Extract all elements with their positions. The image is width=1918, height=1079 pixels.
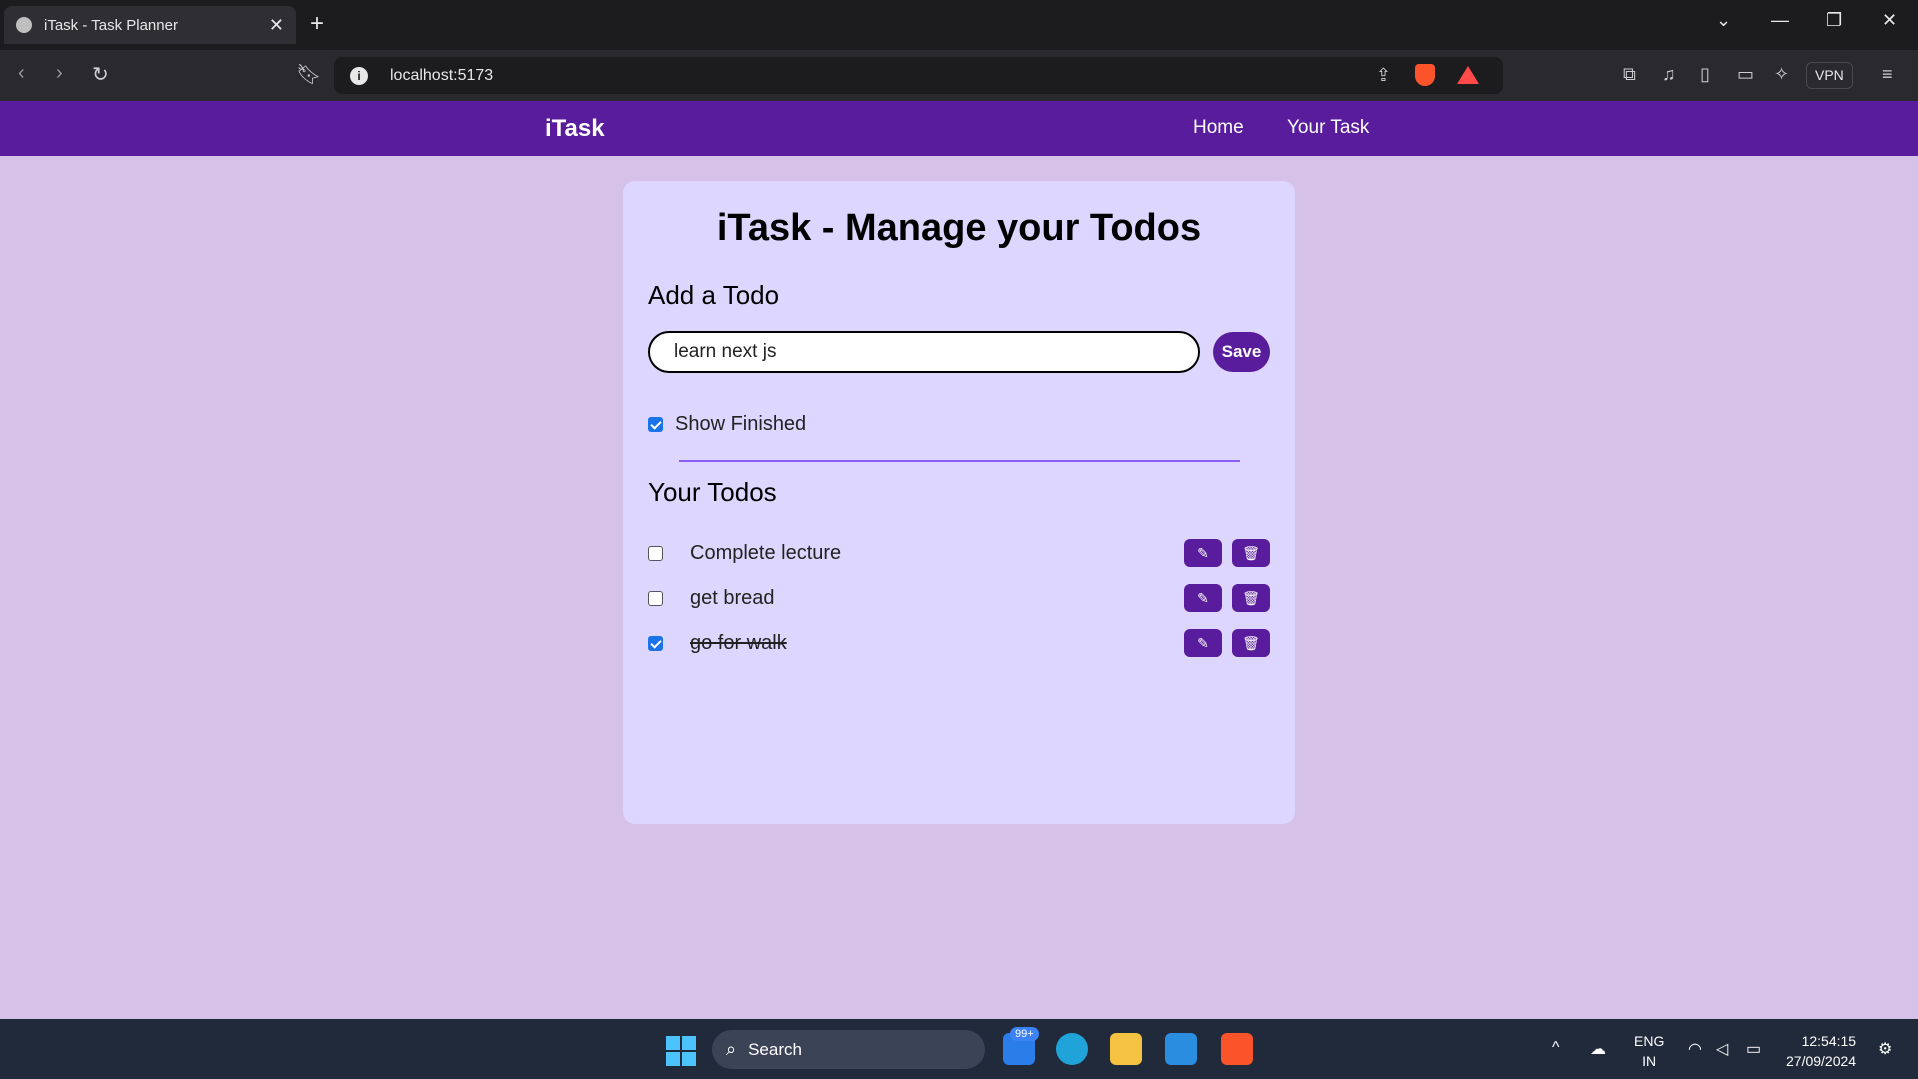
language-indicator[interactable]: ENG IN: [1634, 1031, 1664, 1071]
nav-your-task[interactable]: Your Task: [1287, 117, 1369, 139]
info-icon[interactable]: i: [350, 66, 368, 85]
date: 27/09/2024: [1786, 1053, 1857, 1069]
brave-icon[interactable]: [1221, 1033, 1253, 1065]
edit-button[interactable]: ✎: [1184, 539, 1222, 567]
edit-icon: ✎: [1197, 634, 1209, 651]
onedrive-icon[interactable]: ☁: [1590, 1039, 1606, 1059]
browser-toolbar: ‹ › ↻ 🔖︎ i localhost:5173 ⇪ ⧉ ♫ ▯ ▭ ✧ VP…: [0, 50, 1918, 101]
todo-item: Complete lecture ✎ 🗑︎: [648, 538, 1270, 568]
menu-icon[interactable]: ≡: [1882, 64, 1893, 85]
brave-shields-icon[interactable]: [1415, 64, 1435, 86]
taskbar-search[interactable]: ⌕ Search: [712, 1030, 985, 1069]
back-icon[interactable]: ‹: [18, 62, 25, 85]
todo-card: iTask - Manage your Todos Add a Todo Sav…: [623, 181, 1295, 824]
search-icon: ⌕: [726, 1039, 737, 1059]
windows-icon[interactable]: [666, 1036, 696, 1066]
tab-title: iTask - Task Planner: [44, 16, 178, 34]
bookmark-icon[interactable]: 🔖︎: [296, 62, 321, 87]
edge-icon[interactable]: [1056, 1033, 1088, 1065]
delete-button[interactable]: 🗑︎: [1232, 539, 1270, 567]
volume-icon[interactable]: ◁: [1716, 1039, 1728, 1059]
delete-icon: 🗑︎: [1242, 634, 1260, 651]
todo-input[interactable]: [648, 331, 1200, 373]
browser-tab-bar: iTask - Task Planner ✕ + ⌄ — ❐ ✕: [0, 0, 1918, 50]
delete-button[interactable]: 🗑︎: [1232, 584, 1270, 612]
delete-button[interactable]: 🗑︎: [1232, 629, 1270, 657]
share-icon[interactable]: ⇪: [1376, 65, 1391, 86]
show-finished-checkbox[interactable]: [648, 417, 663, 432]
tab-list-icon[interactable]: ⌄: [1716, 10, 1731, 31]
mail-badge: 99+: [1010, 1027, 1039, 1041]
sidebar-icon[interactable]: ▯: [1700, 64, 1710, 85]
clock[interactable]: 12:54:15 27/09/2024: [1786, 1031, 1856, 1071]
address-bar[interactable]: i localhost:5173 ⇪: [334, 57, 1503, 94]
delete-icon: 🗑︎: [1242, 544, 1260, 561]
show-finished-label: Show Finished: [675, 413, 807, 435]
new-tab-button[interactable]: +: [310, 10, 324, 38]
your-todos-heading: Your Todos: [648, 477, 777, 507]
os-taskbar: ⌕ Search 99+ ^ ☁ ENG IN ◠ ◁ ▭ 12:54:15 2…: [0, 1019, 1918, 1079]
reload-icon[interactable]: ↻: [92, 62, 109, 87]
delete-icon: 🗑︎: [1242, 589, 1260, 606]
todo-text: go for walk: [690, 631, 787, 654]
time: 12:54:15: [1801, 1033, 1857, 1049]
app-logo[interactable]: iTask: [545, 115, 605, 143]
page-title: iTask - Manage your Todos: [716, 207, 1202, 249]
restore-icon[interactable]: ❐: [1826, 10, 1842, 31]
lang-bottom: IN: [1642, 1053, 1657, 1069]
search-label: Search: [748, 1039, 802, 1059]
save-button[interactable]: Save: [1213, 332, 1270, 372]
edit-button[interactable]: ✎: [1184, 584, 1222, 612]
nav-home[interactable]: Home: [1193, 117, 1244, 139]
todo-checkbox[interactable]: [648, 545, 663, 561]
media-icon[interactable]: ♫: [1662, 64, 1676, 85]
lang-top: ENG: [1634, 1033, 1665, 1049]
address-text: localhost:5173: [390, 66, 494, 84]
edit-icon: ✎: [1197, 589, 1209, 606]
chevron-up-icon[interactable]: ^: [1552, 1039, 1560, 1057]
edit-icon: ✎: [1197, 544, 1209, 561]
edit-button[interactable]: ✎: [1184, 629, 1222, 657]
todo-text: Complete lecture: [690, 541, 842, 564]
wallet-icon[interactable]: ▭: [1737, 64, 1754, 85]
vpn-button[interactable]: VPN: [1806, 62, 1853, 89]
battery-icon[interactable]: ▭: [1746, 1039, 1761, 1059]
vscode-icon[interactable]: [1165, 1033, 1197, 1065]
todo-text: get bread: [690, 586, 775, 609]
minimize-icon[interactable]: —: [1771, 10, 1789, 31]
wifi-icon[interactable]: ◠: [1688, 1039, 1702, 1059]
divider: [679, 460, 1240, 462]
brave-rewards-icon[interactable]: [1457, 66, 1479, 84]
todo-item: go for walk ✎ 🗑︎: [648, 628, 1270, 658]
close-icon[interactable]: ✕: [269, 15, 284, 36]
show-finished-toggle[interactable]: Show Finished: [648, 413, 806, 436]
extensions-icon[interactable]: ⧉: [1623, 64, 1636, 85]
add-todo-heading: Add a Todo: [648, 280, 780, 310]
globe-icon: [16, 17, 32, 33]
todo-checkbox[interactable]: [648, 590, 663, 606]
notification-icon[interactable]: ⚙: [1878, 1039, 1892, 1059]
app-navbar: iTask Home Your Task: [0, 101, 1918, 156]
browser-tab[interactable]: iTask - Task Planner ✕: [4, 6, 296, 44]
file-explorer-icon[interactable]: [1110, 1033, 1142, 1065]
forward-icon[interactable]: ›: [56, 62, 63, 85]
todo-item: get bread ✎ 🗑︎: [648, 583, 1270, 613]
todo-checkbox[interactable]: [648, 635, 663, 651]
leo-ai-icon[interactable]: ✧: [1774, 64, 1789, 85]
window-close-icon[interactable]: ✕: [1882, 10, 1897, 31]
